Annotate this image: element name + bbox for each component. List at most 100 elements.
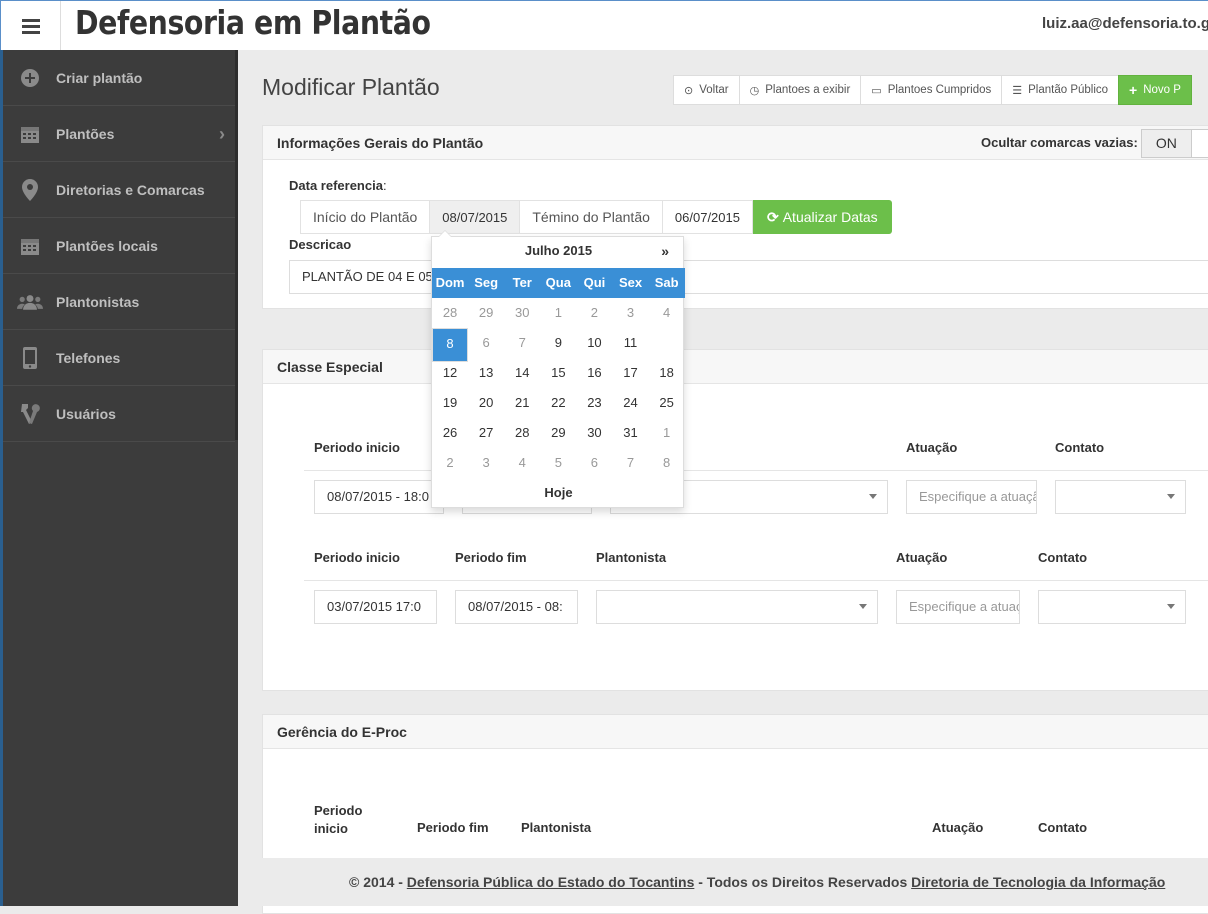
- toggle-state: ON: [1155, 135, 1177, 151]
- datepicker-day[interactable]: 14: [504, 358, 540, 388]
- datepicker-day[interactable]: 7: [612, 448, 648, 478]
- datepicker-day[interactable]: 3: [468, 448, 504, 478]
- datepicker-day[interactable]: 21: [504, 388, 540, 418]
- datepicker-day[interactable]: 2: [576, 298, 612, 328]
- datepicker-day[interactable]: 26: [432, 418, 468, 448]
- datepicker-day[interactable]: 8: [649, 448, 685, 478]
- users-icon: [17, 291, 43, 313]
- contato-select[interactable]: [1055, 480, 1186, 514]
- datepicker-day[interactable]: 2: [432, 448, 468, 478]
- datepicker-day[interactable]: 8: [432, 328, 469, 362]
- datepicker-day[interactable]: 28: [432, 298, 468, 328]
- plantoes-a-exibir-button[interactable]: ◷ Plantoes a exibir: [738, 75, 862, 105]
- datepicker-today-button[interactable]: Hoje: [432, 485, 685, 500]
- datepicker-day[interactable]: 31: [612, 418, 648, 448]
- datepicker-day[interactable]: 6: [468, 328, 504, 358]
- end-date-input[interactable]: 06/07/2015: [661, 200, 753, 234]
- weekday-header: Seg: [474, 275, 499, 290]
- datepicker-day[interactable]: 11: [612, 328, 648, 358]
- button-label: Atualizar Datas: [782, 209, 878, 225]
- user-tools-icon: [17, 403, 43, 425]
- periodo-inicio-input[interactable]: 08/07/2015 - 18:0: [314, 480, 444, 514]
- datepicker-day[interactable]: 16: [576, 358, 612, 388]
- datepicker-day[interactable]: 15: [540, 358, 576, 388]
- top-navbar: Defensoria em Plantão luiz.aa@defensoria…: [0, 0, 1208, 51]
- toggle-knob: [1190, 130, 1208, 157]
- datepicker-day[interactable]: 1: [540, 298, 576, 328]
- datepicker-day[interactable]: 17: [612, 358, 648, 388]
- periodo-fim-input[interactable]: 08/07/2015 - 08:: [455, 590, 578, 624]
- datepicker-day[interactable]: 30: [576, 418, 612, 448]
- sidebar-item-plantoes-locais[interactable]: Plantões locais: [3, 218, 235, 274]
- ocultar-comarcas-toggle[interactable]: ON: [1141, 129, 1208, 158]
- datepicker-day[interactable]: 29: [540, 418, 576, 448]
- atuacao-input[interactable]: Especifique a atuação: [906, 480, 1037, 514]
- datepicker-day[interactable]: 24: [612, 388, 648, 418]
- button-label: Plantoes a exibir: [765, 84, 851, 96]
- plantao-publico-button[interactable]: ☰ Plantão Público: [1001, 75, 1120, 105]
- datepicker-day[interactable]: 23: [576, 388, 612, 418]
- clock-icon: ◷: [749, 84, 760, 97]
- plantoes-cumpridos-button[interactable]: ▭ Plantoes Cumpridos: [860, 75, 1003, 105]
- descricao-input[interactable]: PLANTÃO DE 04 E 05/: [289, 260, 1208, 294]
- weekday-header: Qua: [545, 275, 571, 290]
- datepicker-day[interactable]: 28: [504, 418, 540, 448]
- start-date-input[interactable]: 08/07/2015: [429, 200, 521, 234]
- datepicker-day[interactable]: 7: [504, 328, 540, 358]
- datepicker-day[interactable]: 12: [432, 358, 468, 388]
- sidebar-item-criar-plantao[interactable]: Criar plantão: [3, 50, 235, 106]
- atualizar-datas-button[interactable]: ⟳ Atualizar Datas: [752, 200, 892, 234]
- main-content: Modificar Plantão ⊙ Voltar ◷ Plantoes a ex…: [238, 50, 1208, 914]
- datepicker-day[interactable]: 30: [504, 298, 540, 328]
- sidebar-item-label: Diretorias e Comarcas: [56, 181, 205, 198]
- app-brand[interactable]: Defensoria em Plantão: [75, 1, 431, 45]
- calendar-icon: [17, 123, 43, 145]
- sidebar-item-telefones[interactable]: Telefones: [3, 330, 235, 386]
- sidebar-item-plantonistas[interactable]: Plantonistas: [3, 274, 235, 330]
- datepicker-week: 12 13 14 15 16 17 18: [432, 358, 685, 388]
- datepicker-day[interactable]: 4: [504, 448, 540, 478]
- datepicker-month[interactable]: Julho 2015: [432, 243, 685, 258]
- datepicker-day[interactable]: 25: [649, 388, 685, 418]
- datepicker-day[interactable]: 10: [576, 328, 612, 358]
- sidebar-item-diretorias[interactable]: Diretorias e Comarcas: [3, 162, 235, 218]
- datepicker-day[interactable]: 3: [612, 298, 648, 328]
- datepicker-day[interactable]: 9: [540, 328, 576, 358]
- sidebar-item-usuarios[interactable]: Usuários: [3, 386, 235, 442]
- datepicker-day[interactable]: 20: [468, 388, 504, 418]
- datepicker-day[interactable]: 22: [540, 388, 576, 418]
- menu-toggle-button[interactable]: [1, 1, 61, 51]
- novo-plantao-button[interactable]: + Novo P: [1118, 75, 1192, 105]
- atuacao-input[interactable]: Especifique a atuação: [896, 590, 1020, 624]
- caret-down-icon: [869, 494, 877, 499]
- sidebar: Criar plantão Plantões › Diretorias e Co…: [0, 50, 241, 906]
- sidebar-item-label: Usuários: [56, 405, 116, 422]
- user-email[interactable]: luiz.aa@defensoria.to.g: [1042, 15, 1208, 32]
- datepicker-day[interactable]: 19: [432, 388, 468, 418]
- periodo-inicio-input[interactable]: 03/07/2015 17:0: [314, 590, 437, 624]
- voltar-button[interactable]: ⊙ Voltar: [673, 75, 740, 105]
- datepicker-day[interactable]: 1: [649, 418, 685, 448]
- datepicker-day[interactable]: 5: [540, 448, 576, 478]
- label-colon: :: [382, 178, 387, 193]
- sidebar-item-plantoes[interactable]: Plantões ›: [3, 106, 235, 162]
- dept-link[interactable]: Diretoria de Tecnologia da Informação: [911, 874, 1165, 890]
- datepicker-next-button[interactable]: »: [661, 243, 669, 259]
- label-text: Data referencia: [289, 178, 383, 193]
- datepicker-day[interactable]: 18: [649, 358, 685, 388]
- contato-select[interactable]: [1038, 590, 1186, 624]
- button-label: Plantão Público: [1028, 84, 1109, 96]
- plantonista-select[interactable]: [596, 590, 878, 624]
- button-label: Novo P: [1143, 84, 1181, 96]
- panel-title: Gerência do E-Proc: [277, 724, 407, 740]
- datepicker-day[interactable]: 27: [468, 418, 504, 448]
- org-link[interactable]: Defensoria Pública do Estado do Tocantin…: [407, 874, 695, 890]
- datepicker-week: 567891011: [432, 328, 685, 362]
- datepicker-day[interactable]: 13: [468, 358, 504, 388]
- datepicker-day[interactable]: 29: [468, 298, 504, 328]
- datepicker-day[interactable]: 6: [576, 448, 612, 478]
- weekday-header: Qui: [583, 275, 606, 290]
- footer-text: © 2014 - Defensoria Pública do Estado do…: [349, 874, 1165, 890]
- datepicker-day[interactable]: 4: [649, 298, 685, 328]
- calendar-icon: ▭: [871, 84, 882, 97]
